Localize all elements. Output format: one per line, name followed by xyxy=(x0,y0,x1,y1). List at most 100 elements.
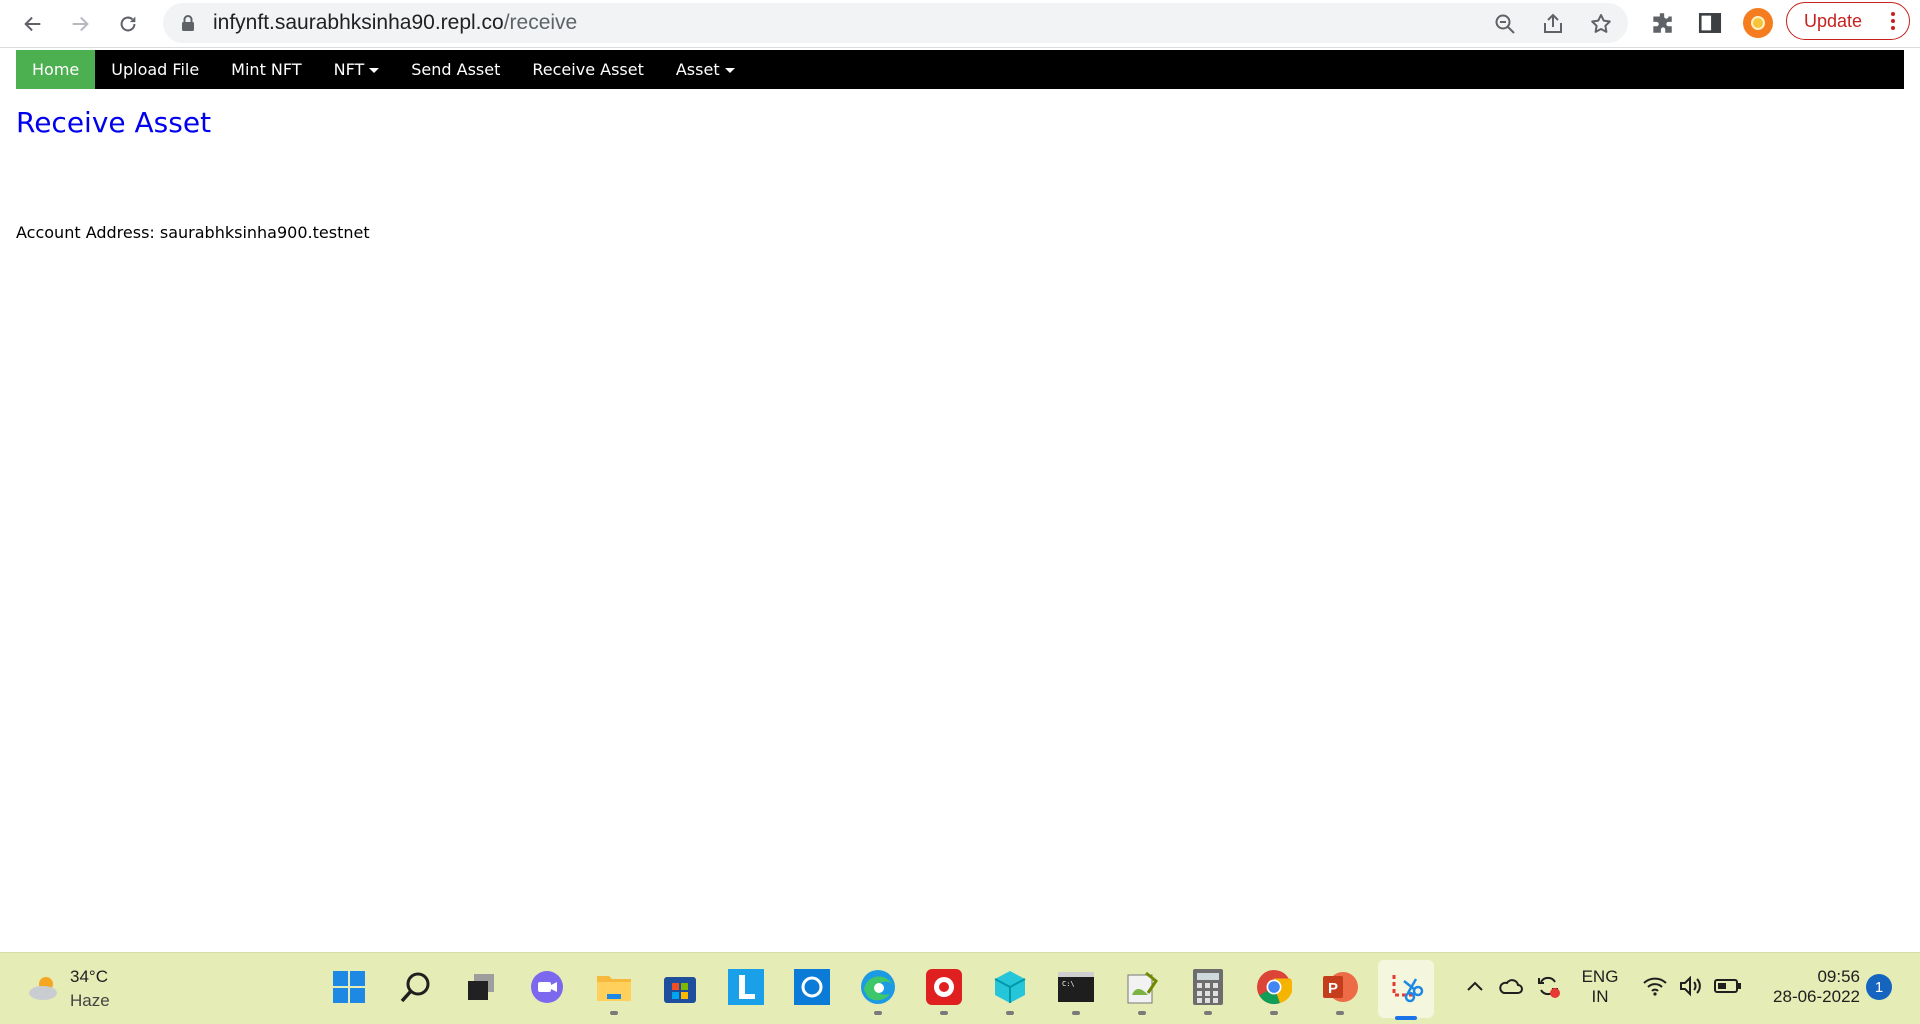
zoom-out-icon[interactable] xyxy=(1493,12,1517,36)
weather-condition[interactable]: Haze xyxy=(70,991,110,1011)
reload-icon xyxy=(120,16,136,32)
taskbar-app-edge[interactable] xyxy=(858,967,898,1015)
onedrive-cloud-icon[interactable] xyxy=(1498,975,1524,997)
arrow-right-icon xyxy=(72,16,89,32)
calculator-icon xyxy=(1193,969,1223,1005)
back-button[interactable] xyxy=(16,7,50,41)
screen-recorder-icon xyxy=(926,969,962,1005)
edge-icon xyxy=(861,970,895,1004)
nav-asset-label: Asset xyxy=(675,60,720,79)
store-icon xyxy=(664,977,696,1003)
taskbar-app-cortana[interactable] xyxy=(792,967,832,1007)
update-label: Update xyxy=(1804,10,1863,31)
account-address-label: Account Address: xyxy=(16,223,155,242)
extensions-icon[interactable] xyxy=(1649,10,1675,36)
volume-icon[interactable] xyxy=(1678,975,1704,997)
taskbar-app-store[interactable] xyxy=(660,967,700,1007)
nav-home[interactable]: Home xyxy=(16,50,96,89)
arrow-left-icon xyxy=(24,16,41,32)
task-view-button[interactable] xyxy=(461,967,501,1007)
lock-icon xyxy=(182,15,194,31)
nav-nft-label: NFT xyxy=(333,60,365,79)
svg-text:P: P xyxy=(1328,980,1338,997)
taskbar-app-notepad-plus[interactable] xyxy=(1122,967,1162,1015)
weather-haze-icon[interactable] xyxy=(26,973,62,1003)
reload-button[interactable] xyxy=(111,7,145,41)
weather-temp[interactable]: 34°C xyxy=(70,967,108,987)
taskbar-app-recorder[interactable] xyxy=(924,967,964,1015)
caret-down-icon xyxy=(724,68,735,73)
running-indicator xyxy=(1270,1011,1278,1015)
sync-icon[interactable] xyxy=(1535,973,1561,999)
running-indicator xyxy=(610,1011,618,1015)
taskbar-app-snipping-tool[interactable] xyxy=(1378,960,1434,1020)
taskbar-app-chat[interactable] xyxy=(527,967,567,1007)
star-icon[interactable] xyxy=(1589,12,1613,36)
nav-upload-file[interactable]: Upload File xyxy=(95,50,215,89)
nav-receive-asset[interactable]: Receive Asset xyxy=(516,50,659,89)
nav-receive-asset-label: Receive Asset xyxy=(532,60,644,79)
clock[interactable]: 09:56 28-06-2022 xyxy=(1752,967,1860,1007)
url-host: infynft.saurabhksinha90.repl.co xyxy=(213,11,504,34)
browser-toolbar: infynft.saurabhksinha90.repl.co/receive … xyxy=(0,0,1920,48)
nav-send-asset[interactable]: Send Asset xyxy=(395,50,516,89)
language-line1: ENG xyxy=(1581,967,1619,986)
account-address: Account Address: saurabhksinha900.testne… xyxy=(16,223,370,242)
battery-icon[interactable] xyxy=(1714,977,1742,995)
windows-taskbar: 34°C Haze C:\ P ENG IN 09:56 28-06-2022 … xyxy=(0,952,1920,1024)
running-indicator xyxy=(1072,1011,1080,1015)
notification-badge[interactable]: 1 xyxy=(1866,974,1892,1000)
taskbar-app-powerpoint[interactable]: P xyxy=(1320,967,1360,1015)
teams-chat-icon xyxy=(531,971,563,1003)
cube-icon xyxy=(994,971,1026,1003)
more-menu-icon xyxy=(1891,12,1895,30)
svg-text:C:\: C:\ xyxy=(1062,980,1075,988)
url-path: /receive xyxy=(503,11,578,34)
terminal-icon: C:\ xyxy=(1058,972,1094,1002)
running-indicator xyxy=(874,1011,882,1015)
clock-date: 28-06-2022 xyxy=(1773,987,1860,1006)
running-indicator xyxy=(1204,1011,1212,1015)
forward-button[interactable] xyxy=(63,7,97,41)
clock-time: 09:56 xyxy=(1817,967,1860,986)
cortana-icon xyxy=(794,969,830,1005)
notepad-plus-icon xyxy=(1127,971,1159,1004)
nav-nft-dropdown[interactable]: NFT xyxy=(318,50,396,89)
running-indicator xyxy=(1336,1011,1344,1015)
running-indicator xyxy=(1006,1011,1014,1015)
share-icon[interactable] xyxy=(1541,12,1565,36)
address-bar[interactable]: infynft.saurabhksinha90.repl.co/receive xyxy=(163,3,1628,43)
taskbar-search[interactable] xyxy=(396,967,436,1007)
taskbar-app-calculator[interactable] xyxy=(1188,967,1228,1015)
windows-logo-icon xyxy=(333,971,365,1003)
snipping-tool-icon xyxy=(1392,975,1424,1003)
taskbar-app-3d-viewer[interactable] xyxy=(990,967,1030,1015)
nav-send-asset-label: Send Asset xyxy=(411,60,501,79)
chevron-up-icon[interactable] xyxy=(1465,977,1485,997)
taskbar-app-file-explorer[interactable] xyxy=(594,967,634,1015)
avatar-coin-icon xyxy=(1751,16,1765,30)
running-indicator xyxy=(1138,1011,1146,1015)
app-l-icon xyxy=(728,969,764,1005)
search-icon xyxy=(400,972,430,1003)
profile-avatar[interactable] xyxy=(1743,8,1773,38)
taskbar-app-terminal[interactable]: C:\ xyxy=(1056,967,1096,1015)
page-title: Receive Asset xyxy=(16,106,212,139)
taskbar-app-l[interactable] xyxy=(726,967,766,1007)
language-indicator[interactable]: ENG IN xyxy=(1580,967,1620,1007)
nav-upload-file-label: Upload File xyxy=(111,60,200,79)
running-indicator-active xyxy=(1395,1016,1417,1020)
url-text: infynft.saurabhksinha90.repl.co/receive xyxy=(213,11,577,35)
side-panel-icon[interactable] xyxy=(1697,10,1723,36)
nav-asset-dropdown[interactable]: Asset xyxy=(660,50,751,89)
caret-down-icon xyxy=(369,68,380,73)
nav-mint-nft[interactable]: Mint NFT xyxy=(215,50,317,89)
taskbar-app-chrome[interactable] xyxy=(1254,967,1294,1015)
nav-home-label: Home xyxy=(32,60,80,79)
running-indicator xyxy=(940,1011,948,1015)
nav-mint-nft-label: Mint NFT xyxy=(231,60,302,79)
folder-icon xyxy=(597,976,631,1001)
start-button[interactable] xyxy=(329,967,369,1007)
update-button[interactable]: Update xyxy=(1786,2,1910,40)
wifi-icon[interactable] xyxy=(1642,975,1668,997)
